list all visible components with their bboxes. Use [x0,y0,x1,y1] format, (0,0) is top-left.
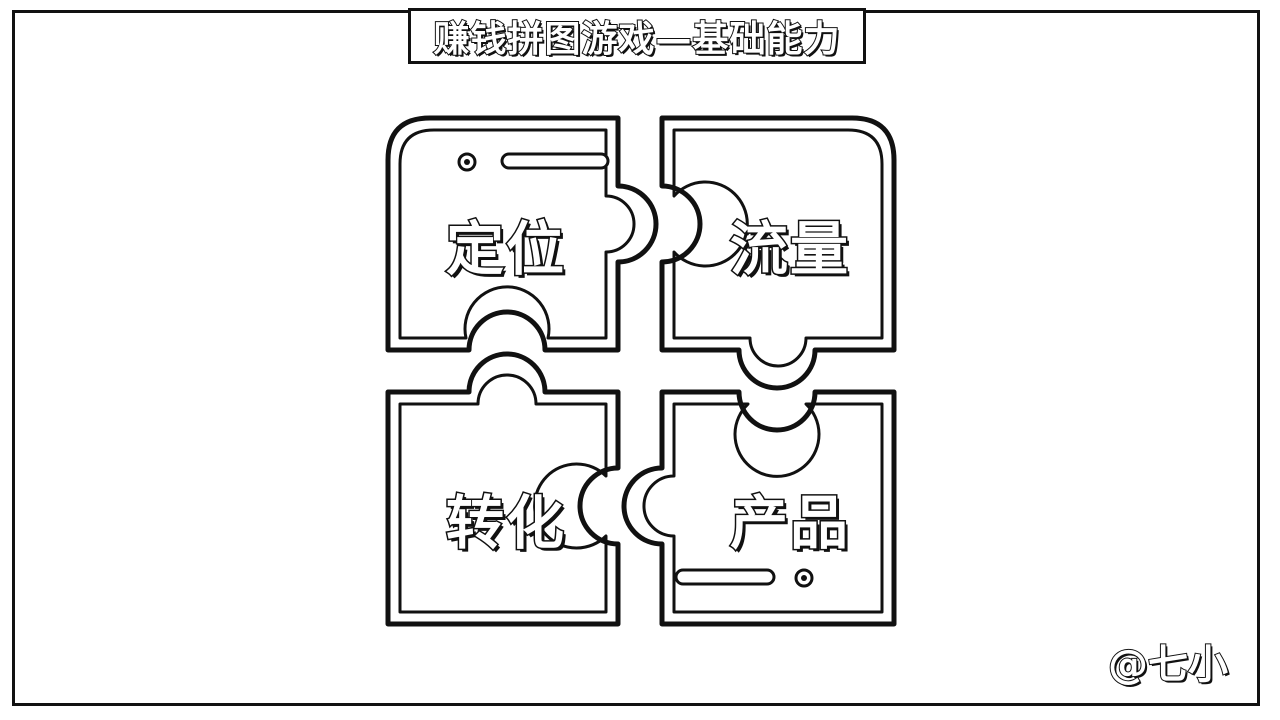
label-traffic: 流量 [728,214,851,285]
author-watermark: @七小 [1107,641,1229,689]
slot-icon [500,152,610,170]
label-positioning: 定位 [444,214,567,285]
puzzle-diagram [385,115,897,627]
label-product: 产品 [728,488,851,559]
slot-icon [674,568,776,586]
label-conversion: 转化 [444,488,567,559]
